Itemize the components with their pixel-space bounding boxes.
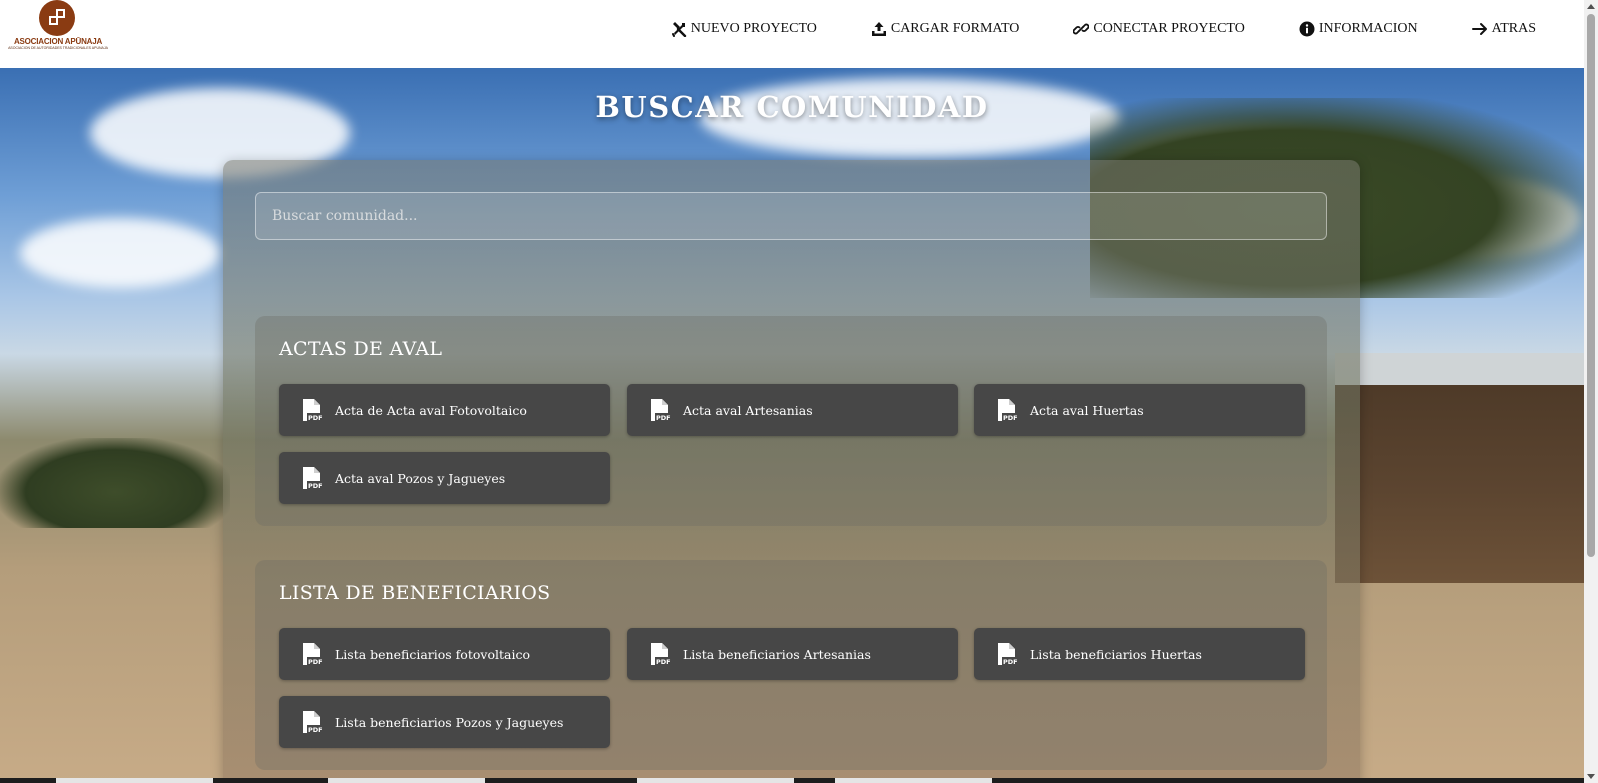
logo-name: ASOCIACION APŪNAJA: [13, 37, 103, 46]
nav-cargar-formato[interactable]: CARGAR FORMATO: [871, 21, 1020, 37]
nav-atras[interactable]: ATRAS: [1471, 21, 1536, 37]
nav-label: CARGAR FORMATO: [890, 21, 1020, 36]
svg-text:PDF: PDF: [308, 658, 323, 666]
document-button[interactable]: PDF Acta de Acta aval Fotovoltaico: [279, 384, 610, 436]
document-label: Lista beneficiarios Artesanias: [683, 646, 871, 662]
pdf-file-icon: PDF: [651, 399, 671, 422]
strip-segment: [835, 778, 992, 783]
svg-text:PDF: PDF: [1003, 414, 1018, 422]
document-button[interactable]: PDF Lista beneficiarios Pozos y Jagueyes: [279, 696, 610, 748]
logo[interactable]: ASOCIACION APŪNAJA ASOCIACION DE AUTORID…: [8, 0, 108, 52]
document-button[interactable]: PDF Lista beneficiarios Huertas: [974, 628, 1305, 680]
strip-segment: [328, 778, 485, 783]
strip-segment: [56, 778, 213, 783]
info-icon: [1299, 21, 1315, 37]
link-icon: [1073, 23, 1090, 35]
search-panel: ACTAS DE AVAL PDF Acta de Acta aval Foto…: [223, 160, 1360, 783]
tools-icon: [671, 22, 686, 37]
svg-text:PDF: PDF: [308, 414, 323, 422]
nav-informacion[interactable]: INFORMACION: [1299, 21, 1418, 37]
pdf-file-icon: PDF: [303, 711, 323, 734]
pdf-file-icon: PDF: [303, 399, 323, 422]
scroll-down-icon[interactable]: [1587, 774, 1595, 779]
nav-label: NUEVO PROYECTO: [690, 21, 817, 36]
scroll-up-icon[interactable]: [1587, 4, 1595, 9]
svg-text:PDF: PDF: [308, 482, 323, 490]
document-button[interactable]: PDF Acta aval Artesanias: [627, 384, 958, 436]
document-label: Acta aval Artesanias: [683, 402, 813, 418]
page-title: BUSCAR COMUNIDAD: [595, 90, 989, 124]
hut-structure: [1335, 353, 1584, 583]
section-title: ACTAS DE AVAL: [279, 338, 443, 360]
svg-text:PDF: PDF: [1003, 658, 1018, 666]
main-nav: NUEVO PROYECTO CARGAR FORMATO CONECTAR P…: [617, 0, 1536, 58]
top-navbar: ASOCIACION APŪNAJA ASOCIACION DE AUTORID…: [0, 0, 1584, 68]
document-label: Lista beneficiarios fotovoltaico: [335, 646, 530, 662]
pdf-file-icon: PDF: [303, 467, 323, 490]
logo-emblem: [39, 0, 75, 36]
document-button[interactable]: PDF Lista beneficiarios fotovoltaico: [279, 628, 610, 680]
document-label: Lista beneficiarios Pozos y Jagueyes: [335, 714, 564, 730]
document-label: Acta de Acta aval Fotovoltaico: [335, 402, 527, 418]
nav-label: CONECTAR PROYECTO: [1093, 21, 1245, 36]
bottom-strip: [0, 778, 1584, 783]
document-label: Acta aval Huertas: [1030, 402, 1144, 418]
logo-square: [56, 9, 65, 18]
pdf-file-icon: PDF: [998, 399, 1018, 422]
arrow-right-icon: [1471, 23, 1487, 35]
svg-text:PDF: PDF: [308, 726, 323, 734]
document-label: Lista beneficiarios Huertas: [1030, 646, 1202, 662]
svg-text:PDF: PDF: [656, 658, 671, 666]
pdf-file-icon: PDF: [998, 643, 1018, 666]
search-input[interactable]: [255, 192, 1327, 240]
document-button[interactable]: PDF Acta aval Huertas: [974, 384, 1305, 436]
svg-text:PDF: PDF: [656, 414, 671, 422]
pdf-file-icon: PDF: [651, 643, 671, 666]
strip-segment: [637, 778, 794, 783]
nav-nuevo-proyecto[interactable]: NUEVO PROYECTO: [671, 21, 817, 37]
document-button[interactable]: PDF Lista beneficiarios Artesanias: [627, 628, 958, 680]
pdf-file-icon: PDF: [303, 643, 323, 666]
scroll-thumb[interactable]: [1587, 14, 1595, 557]
upload-icon: [871, 22, 886, 36]
logo-tagline: ASOCIACION DE AUTORIDADES TRADICIONALES …: [8, 46, 108, 50]
document-label: Acta aval Pozos y Jagueyes: [335, 470, 506, 486]
section-actas-de-aval: ACTAS DE AVAL PDF Acta de Acta aval Foto…: [255, 316, 1327, 526]
section-lista-de-beneficiarios: LISTA DE BENEFICIARIOS PDF Lista benefic…: [255, 560, 1327, 770]
page-scrollbar[interactable]: [1584, 0, 1598, 783]
nav-conectar-proyecto[interactable]: CONECTAR PROYECTO: [1073, 21, 1245, 37]
nav-label: ATRAS: [1491, 21, 1536, 36]
document-button[interactable]: PDF Acta aval Pozos y Jagueyes: [279, 452, 610, 504]
section-title: LISTA DE BENEFICIARIOS: [279, 582, 551, 604]
nav-label: INFORMACION: [1318, 21, 1418, 36]
